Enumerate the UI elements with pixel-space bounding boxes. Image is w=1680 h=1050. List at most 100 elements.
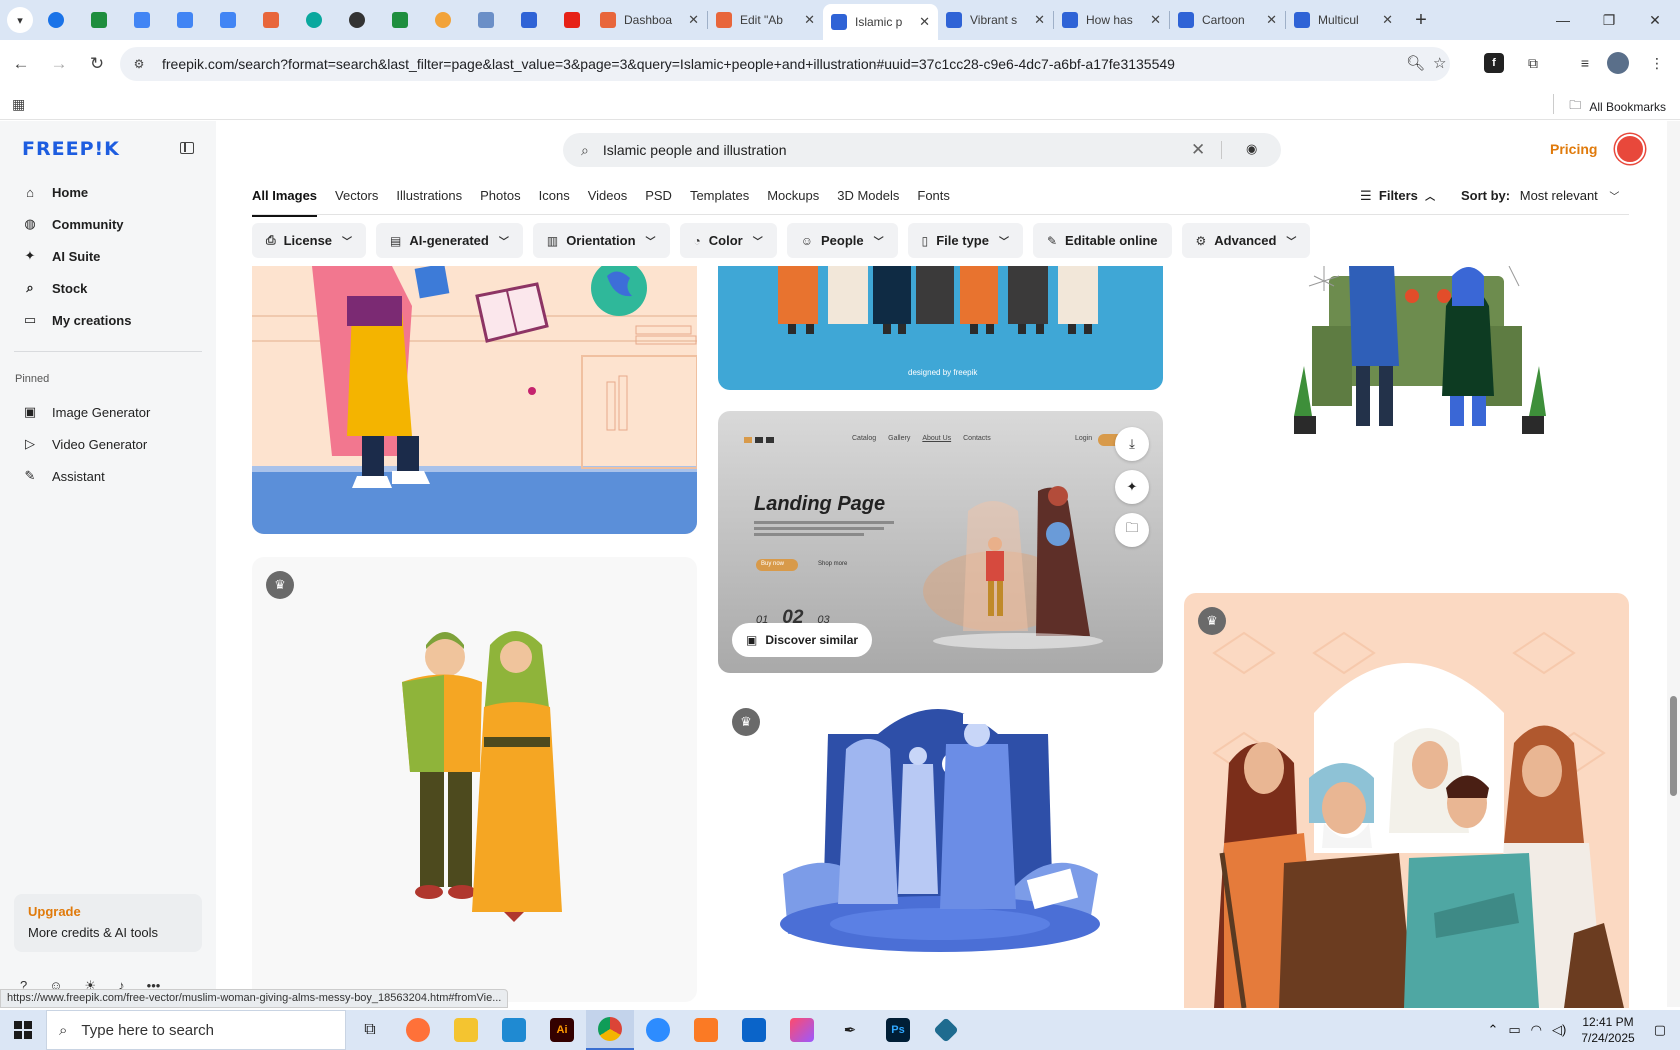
close-icon[interactable]: ✕: [919, 14, 930, 30]
result-card[interactable]: ♛: [252, 557, 697, 1002]
result-card[interactable]: [252, 266, 697, 534]
taskbar-pen-tool[interactable]: ✒: [826, 1010, 874, 1050]
taskbar-file-explorer[interactable]: [442, 1010, 490, 1050]
browser-tab[interactable]: Vibrant s ✕: [938, 3, 1053, 37]
taskbar-creative-cloud[interactable]: [778, 1010, 826, 1050]
bookmark-star-icon[interactable]: ☆: [1433, 54, 1446, 72]
search-bar[interactable]: ⌕ Islamic people and illustration ✕ ◉: [563, 133, 1281, 167]
sort-dropdown[interactable]: Sort by: Most relevant ﹀: [1461, 188, 1619, 203]
freepik-logo[interactable]: FREEP!K: [22, 138, 120, 160]
close-window-button[interactable]: ✕: [1632, 0, 1678, 40]
pricing-link[interactable]: Pricing: [1550, 141, 1597, 157]
address-bar[interactable]: ⚙ freepik.com/search?format=search&last_…: [120, 47, 1450, 81]
tab-vectors[interactable]: Vectors: [335, 188, 378, 217]
network-icon[interactable]: ▭: [1508, 1022, 1520, 1038]
browser-tab[interactable]: Edit "Ab ✕: [708, 3, 823, 37]
page-scrollbar[interactable]: [1667, 121, 1680, 1007]
tab-search-button[interactable]: ▾: [7, 7, 33, 33]
sidebar-item-stock[interactable]: ⌕ Stock: [14, 273, 204, 303]
extension-icon[interactable]: f: [1484, 53, 1504, 73]
close-icon[interactable]: ✕: [1150, 12, 1161, 28]
start-button[interactable]: [0, 1010, 46, 1050]
sidebar-collapse-icon[interactable]: [180, 142, 194, 154]
result-card[interactable]: ♛: [718, 694, 1163, 1004]
pinned-tab[interactable]: [79, 3, 119, 37]
pinned-tab[interactable]: [122, 3, 162, 37]
chevron-up-icon[interactable]: ⌃: [1487, 1022, 1498, 1038]
browser-tab[interactable]: Multicul ✕: [1286, 3, 1401, 37]
url-text[interactable]: freepik.com/search?format=search&last_fi…: [162, 56, 1175, 72]
tab-fonts[interactable]: Fonts: [917, 188, 950, 217]
pinned-tab[interactable]: [380, 3, 420, 37]
chip-color[interactable]: ◔ Color ﹀: [679, 223, 777, 258]
tab-all-images[interactable]: All Images: [252, 188, 318, 217]
chip-advanced[interactable]: ⚙ Advanced ﹀: [1181, 223, 1311, 258]
result-card-hovered[interactable]: Catalog Gallery About Us Contacts Login …: [718, 411, 1163, 673]
pinned-tab[interactable]: [552, 3, 592, 37]
tab-videos[interactable]: Videos: [588, 188, 628, 217]
chip-people[interactable]: ☺ People ﹀: [786, 223, 898, 258]
all-bookmarks-button[interactable]: 🗀 All Bookmarks: [1569, 96, 1666, 117]
ai-edit-button[interactable]: ✦: [1115, 470, 1149, 504]
scrollbar-thumb[interactable]: [1670, 696, 1677, 796]
pinned-tab[interactable]: [165, 3, 205, 37]
profile-avatar[interactable]: [1607, 52, 1629, 74]
site-info-icon[interactable]: ⚙: [124, 57, 154, 71]
pinned-tab[interactable]: [251, 3, 291, 37]
sidebar-item-community[interactable]: ◍ Community: [14, 209, 204, 239]
close-icon[interactable]: ✕: [688, 12, 699, 28]
minimize-button[interactable]: —: [1540, 0, 1586, 40]
pinned-tab[interactable]: [337, 3, 377, 37]
sidebar-item-video-generator[interactable]: ▷ Video Generator: [14, 429, 204, 459]
search-input[interactable]: Islamic people and illustration: [603, 142, 787, 158]
pinned-tab[interactable]: [294, 3, 334, 37]
chip-license[interactable]: ⎙ License ﹀: [252, 223, 367, 258]
filters-button[interactable]: ☰ Filters ︿: [1360, 188, 1435, 204]
tab-icons[interactable]: Icons: [539, 188, 570, 217]
discover-similar-button[interactable]: ▣ Discover similar: [732, 623, 873, 657]
browser-tab[interactable]: Dashboa ✕: [592, 3, 707, 37]
clock[interactable]: 12:41 PM 7/24/2025: [1581, 1014, 1634, 1046]
taskbar-illustrator[interactable]: Ai: [538, 1010, 586, 1050]
zoom-icon[interactable]: 🔍︎: [1406, 54, 1425, 72]
tab-photos[interactable]: Photos: [480, 188, 520, 217]
close-icon[interactable]: ✕: [804, 12, 815, 28]
taskbar-zoom[interactable]: [634, 1010, 682, 1050]
result-card[interactable]: ♛: [1184, 593, 1629, 1008]
taskbar-firefox[interactable]: [394, 1010, 442, 1050]
wifi-icon[interactable]: ◠: [1531, 1022, 1542, 1038]
pinned-tab[interactable]: [208, 3, 248, 37]
sidebar-item-assistant[interactable]: ✎ Assistant: [14, 461, 204, 491]
sidebar-item-my-creations[interactable]: ▭ My creations: [14, 305, 204, 335]
apps-grid-icon[interactable]: ▦: [12, 96, 25, 113]
close-icon[interactable]: ✕: [1382, 12, 1393, 28]
browser-tab[interactable]: Cartoon ✕: [1170, 3, 1285, 37]
pinned-tab[interactable]: [36, 3, 76, 37]
tab-3d-models[interactable]: 3D Models: [837, 188, 899, 217]
browser-tab[interactable]: How has ✕: [1054, 3, 1169, 37]
chip-ai-generated[interactable]: ▤ AI-generated ﹀: [376, 223, 523, 258]
taskbar-photoshop[interactable]: Ps: [874, 1010, 922, 1050]
pinned-tab[interactable]: [509, 3, 549, 37]
close-icon[interactable]: ✕: [1266, 12, 1277, 28]
forward-button[interactable]: →: [42, 47, 76, 81]
sidebar-item-home[interactable]: ⌂ Home: [14, 177, 204, 207]
reload-button[interactable]: ↻: [80, 47, 114, 81]
result-card[interactable]: designed by freepik: [718, 266, 1163, 390]
clear-search-icon[interactable]: ✕: [1191, 140, 1205, 160]
browser-tab-active[interactable]: Islamic p ✕: [823, 4, 938, 40]
tab-psd[interactable]: PSD: [645, 188, 672, 217]
sidebar-item-ai-suite[interactable]: ✦ AI Suite: [14, 241, 204, 271]
notification-center-icon[interactable]: ▢: [1654, 1022, 1666, 1038]
menu-kebab-icon[interactable]: ⋮: [1644, 50, 1670, 76]
pinned-tab[interactable]: [423, 3, 463, 37]
extensions-puzzle-icon[interactable]: ⧉: [1520, 50, 1546, 76]
volume-icon[interactable]: ◁): [1552, 1022, 1566, 1038]
taskbar-outlook[interactable]: [730, 1010, 778, 1050]
new-tab-button[interactable]: +: [1407, 6, 1435, 34]
tab-illustrations[interactable]: Illustrations: [396, 188, 462, 217]
download-button[interactable]: ⤓: [1115, 427, 1149, 461]
restore-button[interactable]: ❐: [1586, 0, 1632, 40]
taskbar-search[interactable]: ⌕ Type here to search: [46, 1010, 346, 1050]
tab-templates[interactable]: Templates: [690, 188, 749, 217]
